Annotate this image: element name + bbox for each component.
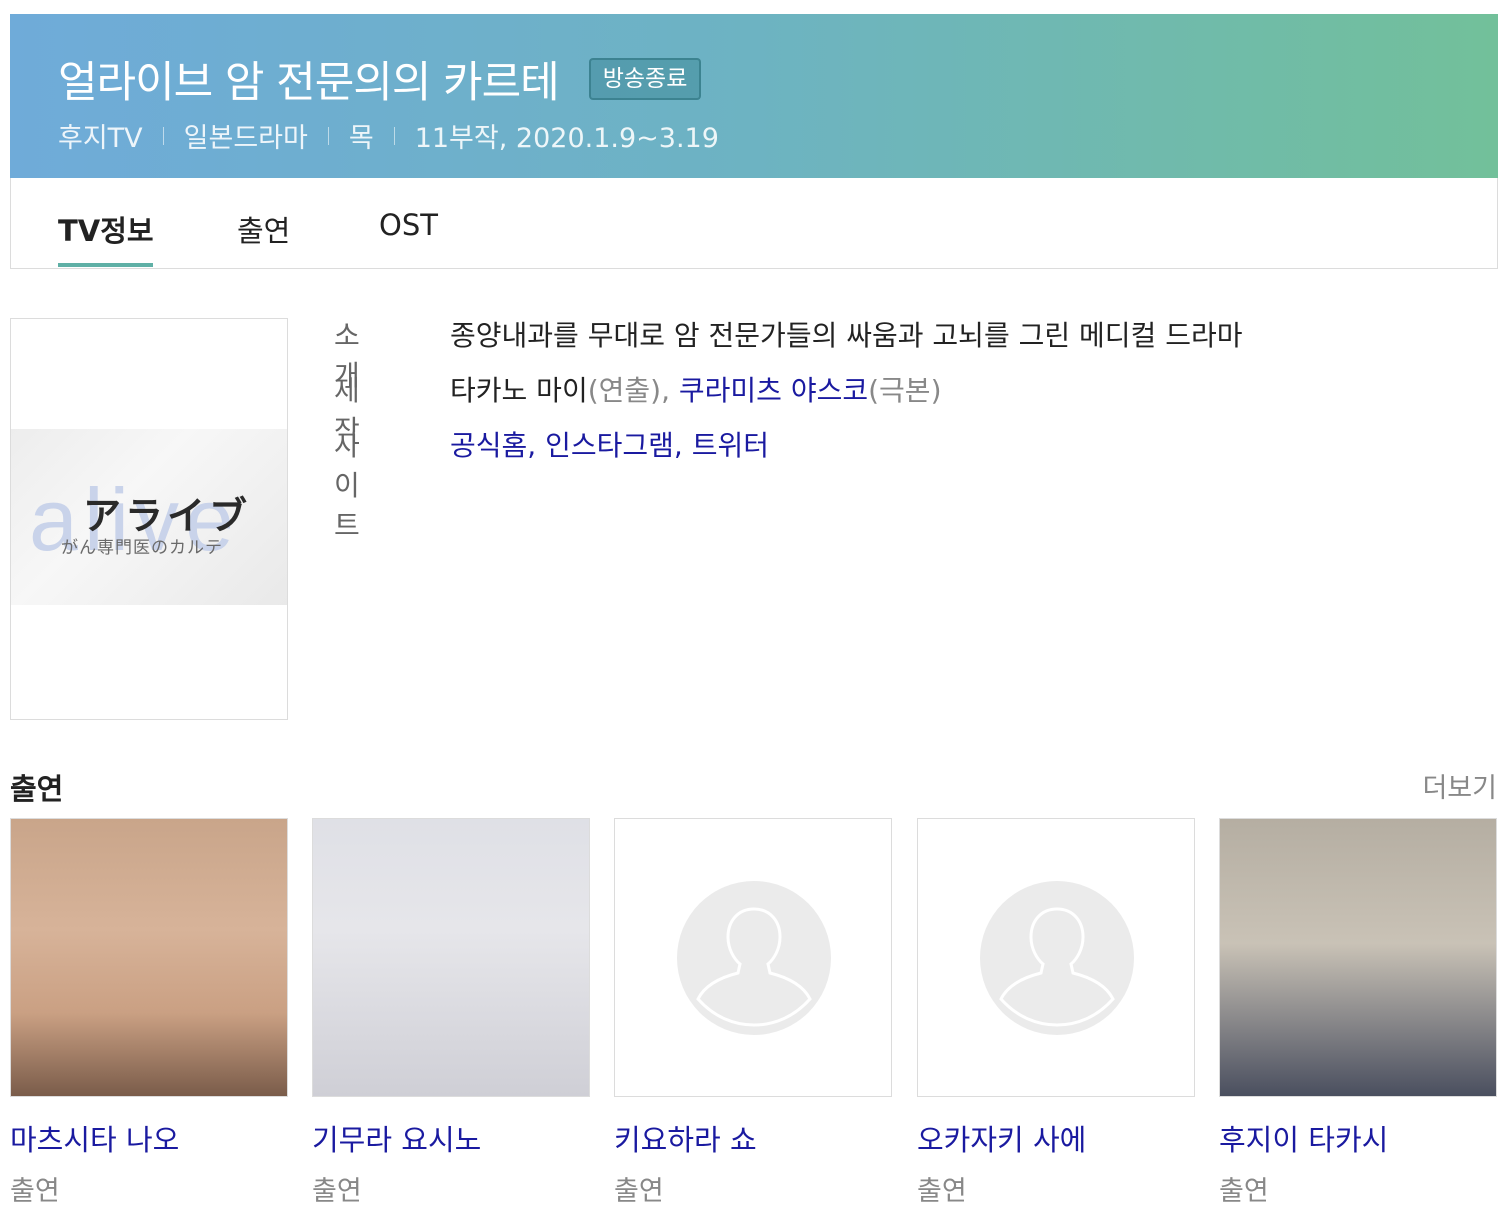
active-tab-indicator [58,263,153,267]
cast-role: 출연 [614,1176,664,1207]
director-role: (연출), [587,374,670,407]
genre: 일본드라마 [183,123,308,154]
writer-role: (극본) [868,374,942,407]
writer-link[interactable]: 쿠라미츠 야스코 [679,374,868,407]
cast-photo-placeholder[interactable] [917,818,1195,1097]
cast-name[interactable]: 키요하라 쇼 [614,1117,892,1159]
cast-name[interactable]: 마츠시타 나오 [10,1117,288,1159]
cast-photo[interactable] [1219,818,1497,1097]
director-name: 타카노 마이 [450,374,588,407]
meta-divider [162,126,164,145]
cast-card[interactable]: 키요하라 쇼 출연 [614,818,892,1208]
cast-card[interactable]: 오카자키 사에 출연 [917,818,1195,1208]
meta-divider [393,126,395,145]
tab-cast[interactable]: 출연 [237,208,290,250]
program-header: 얼라이브 암 전문의의 카르테 방송종료 후지TV 일본드라마 목 11부작, … [10,14,1498,178]
cast-name[interactable]: 오카자키 사에 [917,1117,1195,1159]
twitter-link[interactable]: 트위터 [692,429,769,462]
meta-divider [327,126,329,145]
more-button[interactable]: 더보기 [1422,766,1497,805]
site-label: 사이트 [334,429,360,542]
program-meta: 후지TV 일본드라마 목 11부작, 2020.1.9~3.19 [58,116,719,155]
official-site-link[interactable]: 공식홈, [450,429,536,462]
status-badge: 방송종료 [588,58,702,100]
cast-role: 출연 [312,1176,362,1207]
tab-ost[interactable]: OST [379,208,438,242]
cast-card[interactable]: 후지이 타카시 출연 [1219,818,1497,1208]
cast-photo[interactable] [312,818,590,1097]
poster[interactable]: alive アライブ がん専門医のカルテ [10,318,288,720]
person-placeholder-icon [677,881,831,1035]
air-day: 목 [348,123,374,154]
cast-card[interactable]: 기무라 요시노 출연 [312,818,590,1208]
broadcaster: 후지TV [58,123,143,154]
program-title[interactable]: 얼라이브 암 전문의의 카르테 [58,48,560,110]
tab-tv-info[interactable]: TV정보 [58,208,154,250]
episodes-and-dates: 11부작, 2020.1.9~3.19 [414,123,719,154]
cast-name[interactable]: 후지이 타카시 [1219,1117,1497,1159]
cast-card[interactable]: 마츠시타 나오 출연 [10,818,288,1208]
production-value: 타카노 마이(연출), 쿠라미츠 야스코(극본) [450,369,942,409]
poster-image: alive アライブ がん専門医のカルテ [11,429,287,605]
poster-subtitle: がん専門医のカルテ [61,538,223,558]
cast-heading: 출연 [10,772,64,806]
site-links: 공식홈, 인스타그램, 트위터 [450,424,769,464]
cast-role: 출연 [10,1176,60,1207]
poster-title: アライブ [83,494,252,538]
tab-bar: TV정보 출연 OST [10,178,1498,269]
cast-role: 출연 [1219,1176,1269,1207]
cast-role: 출연 [917,1176,967,1207]
cast-photo-placeholder[interactable] [614,818,892,1097]
person-placeholder-icon [980,881,1134,1035]
title-row: 얼라이브 암 전문의의 카르테 방송종료 [58,48,702,110]
intro-value: 종양내과를 무대로 암 전문가들의 싸움과 고뇌를 그린 메디컬 드라마 [450,319,1243,352]
cast-name[interactable]: 기무라 요시노 [312,1117,590,1159]
cast-photo[interactable] [10,818,288,1097]
instagram-link[interactable]: 인스타그램, [545,429,683,462]
